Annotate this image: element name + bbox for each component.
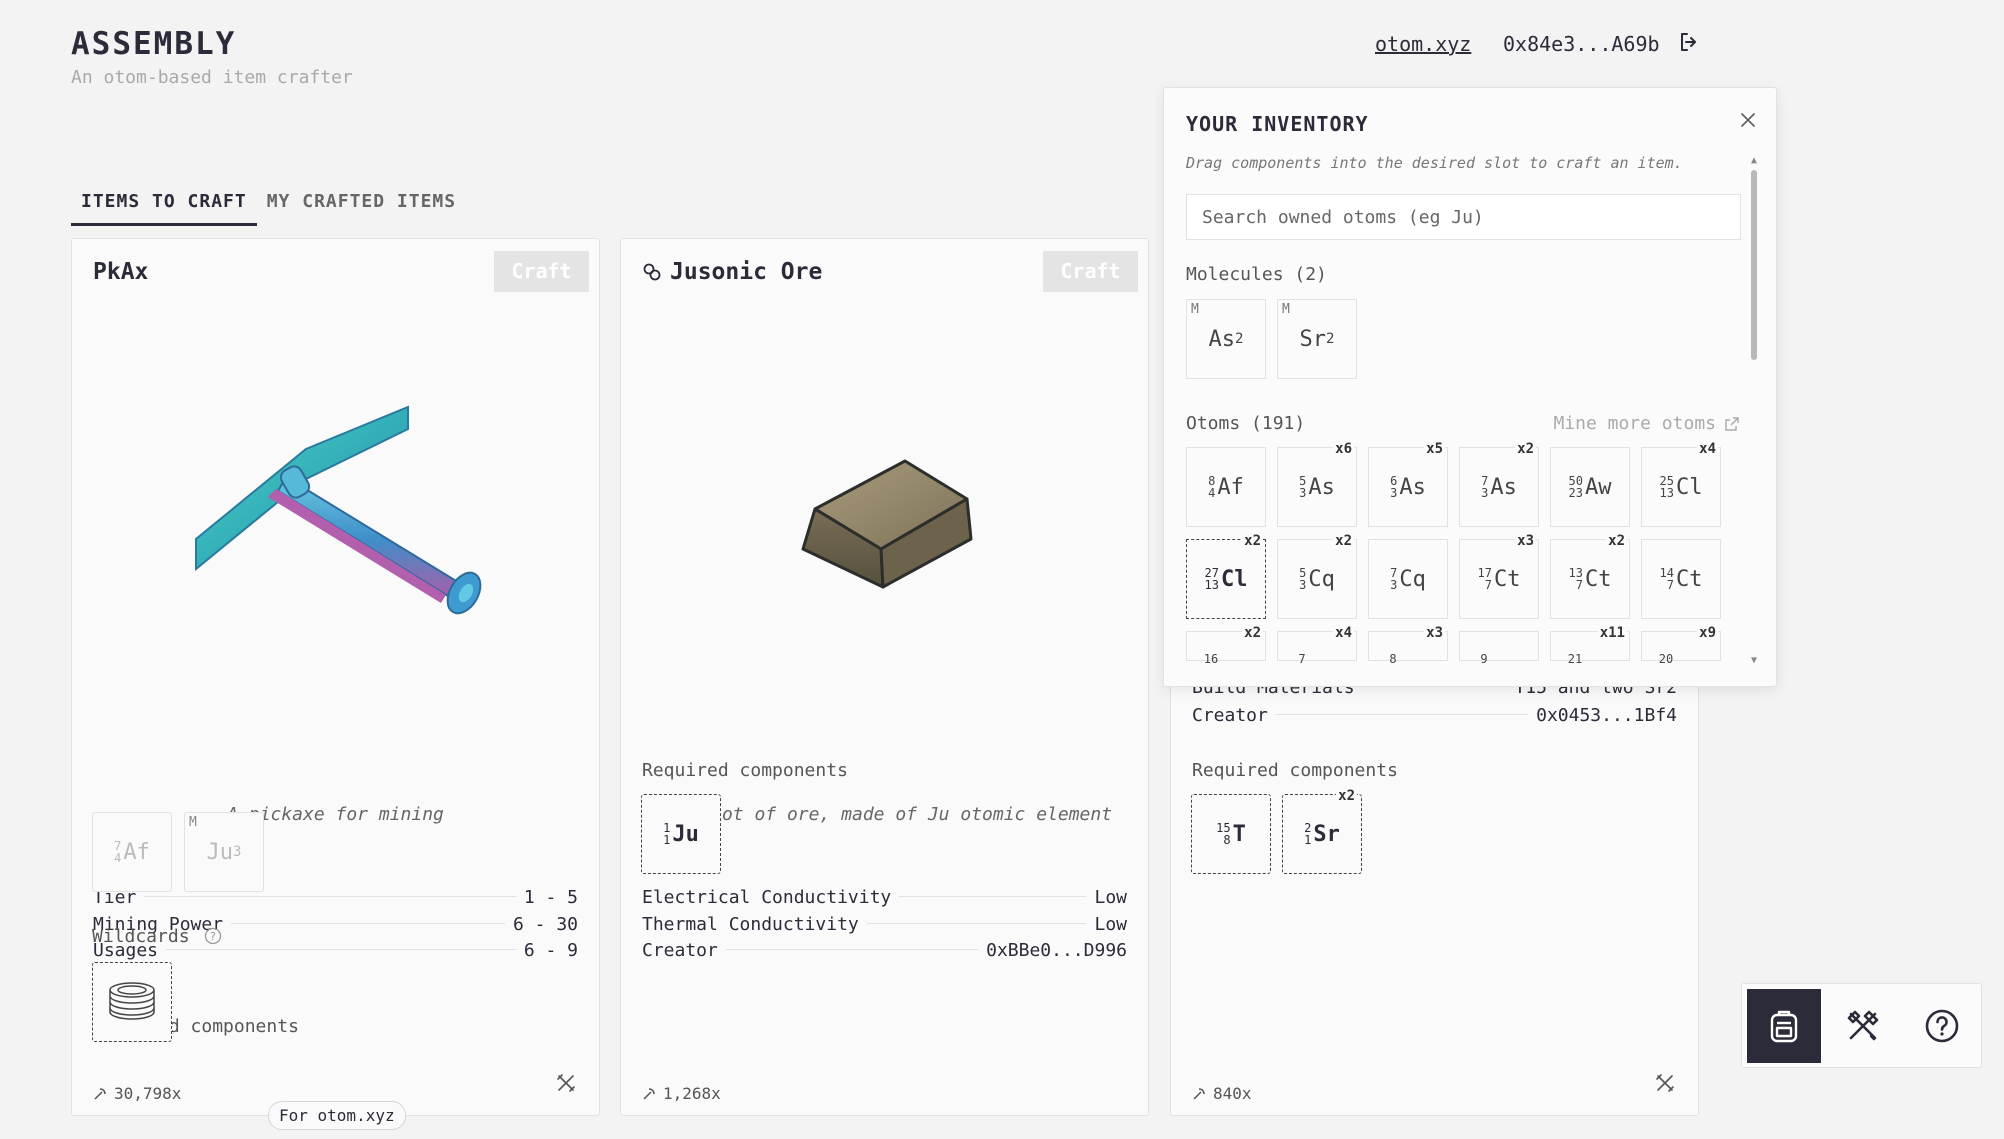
external-link-icon	[1725, 416, 1739, 431]
otom-tile[interactable]: x5 6 3 As	[1368, 441, 1448, 527]
otom-tile[interactable]: 7 3 Cq	[1368, 539, 1448, 619]
required-slot-ju[interactable]: 1 1 Ju	[641, 794, 721, 874]
usage-count: 30,798x	[92, 1074, 181, 1113]
pickaxe-illustration	[72, 309, 599, 729]
otom-count: x5	[1424, 441, 1445, 457]
otom-tile[interactable]: x2 16	[1186, 625, 1266, 666]
required-slot-ju3[interactable]: M Ju 3	[184, 812, 264, 892]
otom-tile[interactable]: x4 7	[1277, 625, 1357, 666]
otom-tile[interactable]: x6 5 3 As	[1277, 441, 1357, 527]
stat-row: Thermal Conductivity Low	[642, 913, 1127, 935]
scrollbar[interactable]: ▲ ▼	[1748, 156, 1760, 666]
backpack-icon	[1770, 1010, 1798, 1043]
otom-tile[interactable]: x3 17 7 Ct	[1459, 533, 1539, 619]
logout-icon[interactable]	[1677, 30, 1701, 54]
pickaxe-icon	[1193, 1087, 1205, 1100]
mine-more-otoms-link[interactable]: Mine more otoms	[1553, 413, 1740, 434]
help-button[interactable]	[1905, 989, 1979, 1063]
inventory-title: YOUR INVENTORY	[1186, 112, 1369, 136]
ore-ingot-illustration	[621, 309, 1148, 729]
otom-tile[interactable]: x9 20	[1641, 625, 1721, 666]
otom-tile[interactable]: 14 7 Ct	[1641, 539, 1721, 619]
item-card-jusonic-ore: Jusonic Ore Craft An ingot of ore, made …	[620, 238, 1149, 1116]
otom-count: x6	[1333, 441, 1354, 457]
molecules-label: Molecules (2)	[1186, 264, 1327, 285]
otom-tile[interactable]: 9	[1459, 631, 1539, 666]
item-title: Jusonic Ore	[642, 259, 822, 285]
tab-bar: ITEMS TO CRAFT MY CRAFTED ITEMS	[71, 190, 466, 226]
help-icon	[1925, 1009, 1959, 1043]
molecule-icon	[643, 263, 661, 281]
scroll-down-arrow[interactable]: ▼	[1748, 656, 1760, 666]
wildcard-slot[interactable]	[92, 962, 172, 1042]
otom-count: x2	[1333, 533, 1354, 549]
otom-tile[interactable]: 8 4 Af	[1186, 447, 1266, 527]
wallet-address: 0x84e3...A69b	[1503, 32, 1660, 56]
otom-tile[interactable]: x4 25 13 Cl	[1641, 441, 1721, 527]
otoms-label: Otoms (191)	[1186, 413, 1306, 434]
otom-count: x3	[1515, 533, 1536, 549]
tools-icon	[1847, 1010, 1879, 1041]
craft-button[interactable]: Craft	[494, 251, 589, 292]
scroll-up-arrow[interactable]: ▲	[1748, 156, 1760, 166]
otom-tile[interactable]: x2 5 3 Cq	[1277, 533, 1357, 619]
required-components-label: Required components	[1192, 760, 1398, 781]
otom-count: x2	[1242, 533, 1263, 549]
coin-stack-icon	[109, 982, 155, 1020]
tab-items-to-craft[interactable]: ITEMS TO CRAFT	[71, 190, 257, 226]
otom-tile[interactable]: x3 8	[1368, 625, 1448, 666]
item-title: PkAx	[93, 259, 149, 285]
tab-my-crafted-items[interactable]: MY CRAFTED ITEMS	[257, 190, 466, 226]
wildcards-label: Wildcards ?	[92, 926, 222, 947]
usage-count: 840x	[1191, 1074, 1252, 1113]
usage-count: 1,268x	[641, 1074, 721, 1113]
otom-tile[interactable]: x11 21	[1550, 625, 1630, 666]
app-subtitle: An otom-based item crafter	[71, 67, 353, 88]
tools-crossed-icon	[557, 1074, 575, 1092]
otom-tile[interactable]: x2 13 7 Ct	[1550, 533, 1630, 619]
tools-crossed-icon	[1656, 1074, 1674, 1092]
otom-count: x4	[1697, 441, 1718, 457]
inventory-hint: Drag components into the desired slot to…	[1186, 154, 1683, 172]
svg-text:?: ?	[210, 930, 216, 943]
bottom-dock	[1741, 983, 1982, 1068]
item-stats: Electrical Conductivity Low Thermal Condu…	[642, 887, 1127, 967]
otom-link[interactable]: otom.xyz	[1375, 32, 1471, 56]
otom-count: x2	[1606, 533, 1627, 549]
required-slot-sr[interactable]: x2 2 1 Sr	[1282, 788, 1362, 874]
pickaxe-icon	[94, 1087, 106, 1100]
tooltip: For otom.xyz	[268, 1101, 406, 1130]
required-slot-t[interactable]: 15 8 T	[1191, 794, 1271, 874]
app-title: ASSEMBLY	[71, 26, 237, 62]
required-components-label: Required components	[642, 760, 848, 781]
molecule-tile[interactable]: M As 2	[1186, 299, 1266, 379]
search-input[interactable]	[1186, 194, 1741, 240]
molecule-tile[interactable]: M Sr 2	[1277, 299, 1357, 379]
stat-row: Creator 0xBBe0...D996	[642, 940, 1127, 961]
stat-row: Electrical Conductivity Low	[642, 887, 1127, 908]
craft-tools-button[interactable]	[1826, 989, 1900, 1063]
otom-tile[interactable]: 50 23 Aw	[1550, 447, 1630, 527]
stat-row: Creator 0x0453...1Bf4	[1192, 705, 1677, 726]
inventory-panel: YOUR INVENTORY Drag components into the …	[1163, 87, 1777, 687]
scroll-thumb[interactable]	[1751, 170, 1757, 360]
otom-count: x2	[1515, 441, 1536, 457]
pickaxe-icon	[643, 1087, 655, 1100]
required-slot-af[interactable]: 7 4 Af	[92, 812, 172, 892]
inventory-button[interactable]	[1747, 989, 1821, 1063]
otom-tile[interactable]: x2 27 13 Cl	[1186, 533, 1266, 619]
otom-tile[interactable]: x2 7 3 As	[1459, 441, 1539, 527]
close-icon[interactable]	[1738, 110, 1758, 130]
help-circle-icon[interactable]: ?	[204, 927, 222, 945]
craft-button[interactable]: Craft	[1043, 251, 1138, 292]
